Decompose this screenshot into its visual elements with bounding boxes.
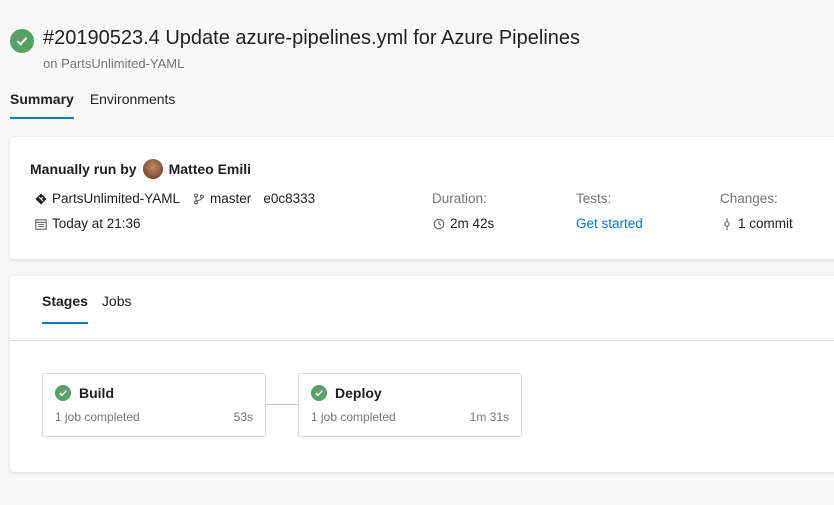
duration-text: 2m 42s <box>450 216 495 231</box>
tab-environments[interactable]: Environments <box>90 88 176 119</box>
commit-icon <box>720 217 734 231</box>
stage-name: Deploy <box>335 385 382 401</box>
changes-text[interactable]: 1 commit <box>738 216 793 231</box>
stage-duration: 53s <box>233 410 253 424</box>
tests-get-started-link[interactable]: Get started <box>576 216 643 231</box>
run-summary-card: Manually run by Matteo Emili PartsUnlimi… <box>10 137 834 259</box>
tests-section: Tests: Get started <box>576 191 643 231</box>
main-tabs: Summary Environments <box>10 88 191 119</box>
run-subtitle: on PartsUnlimited-YAML <box>43 56 185 71</box>
stage-build[interactable]: Build 1 job completed 53s <box>42 373 266 437</box>
stages-card: Stages Jobs Build 1 job completed 53s De… <box>10 276 834 472</box>
stage-description: 1 job completed <box>311 410 396 424</box>
tab-summary[interactable]: Summary <box>10 88 74 119</box>
duration-value: 2m 42s <box>432 216 494 231</box>
duration-label: Duration: <box>432 191 487 206</box>
stage-name: Build <box>79 385 114 401</box>
divider <box>10 340 834 341</box>
success-check-icon <box>311 385 327 401</box>
run-date: Today at 21:36 <box>34 216 141 231</box>
repo-icon <box>34 192 48 206</box>
run-by-label: Manually run by <box>30 161 137 177</box>
repo-link[interactable]: PartsUnlimited-YAML <box>52 191 180 206</box>
run-by: Manually run by Matteo Emili <box>30 159 251 179</box>
duration-section: Duration: 2m 42s <box>432 191 494 231</box>
changes-value[interactable]: 1 commit <box>720 216 793 231</box>
commit-link[interactable]: e0c8333 <box>263 191 315 206</box>
success-check-icon <box>10 29 34 53</box>
tab-stages[interactable]: Stages <box>42 293 88 324</box>
avatar[interactable] <box>142 159 163 179</box>
changes-section: Changes: 1 commit <box>720 191 793 231</box>
source-info: PartsUnlimited-YAML master e0c8333 <box>34 191 315 206</box>
stage-description: 1 job completed <box>55 410 140 424</box>
run-date-text: Today at 21:36 <box>52 216 141 231</box>
branch-link[interactable]: master <box>210 191 251 206</box>
tab-jobs[interactable]: Jobs <box>102 293 132 324</box>
branch-icon <box>192 192 206 206</box>
user-name[interactable]: Matteo Emili <box>169 161 251 177</box>
changes-label: Changes: <box>720 191 778 206</box>
calendar-icon <box>34 217 48 231</box>
clock-icon <box>432 217 446 231</box>
stage-duration: 1m 31s <box>469 410 509 424</box>
stage-connector <box>266 404 298 405</box>
success-check-icon <box>55 385 71 401</box>
stages-tabs: Stages Jobs <box>42 293 146 324</box>
tests-label: Tests: <box>576 191 612 206</box>
stage-deploy[interactable]: Deploy 1 job completed 1m 31s <box>298 373 522 437</box>
page-title: #20190523.4 Update azure-pipelines.yml f… <box>43 27 581 49</box>
